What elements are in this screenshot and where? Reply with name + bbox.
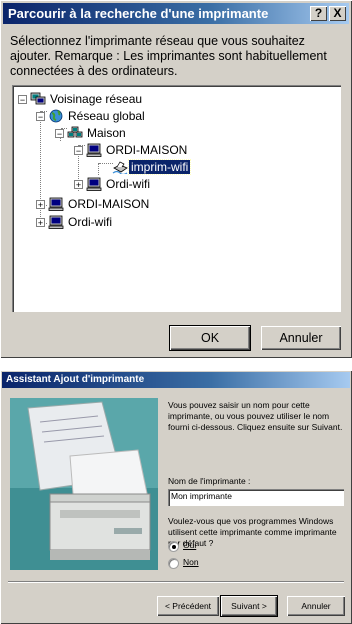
tree-item-ordi-maison[interactable]: ORDI-MAISON [104,142,189,158]
collapse-toggle[interactable]: − [18,95,27,105]
tree-item-label: imprim-wifi [127,159,192,175]
add-printer-wizard: Assistant Ajout d'imprimante Vous pouvez… [0,370,352,624]
back-button[interactable]: < Précédent [157,596,219,616]
printer-name-input[interactable]: Mon imprimante [168,489,344,506]
close-button[interactable]: X [329,6,346,21]
network-neighborhood-icon [30,92,46,105]
wizard-intro: Vous pouvez saisir un nom pour cette imp… [168,400,343,432]
button-separator [8,581,344,583]
expand-toggle[interactable]: + [36,200,45,210]
tree-item-ordi-wifi[interactable]: Ordi-wifi [104,176,152,192]
collapse-toggle[interactable]: − [55,129,64,139]
tree-item-label: Maison [87,126,126,140]
computer-icon [48,215,64,229]
workgroup-icon [67,126,83,138]
printer-illustration [10,398,158,570]
computer-icon [86,143,102,157]
cancel-button[interactable]: Annuler [261,326,341,350]
ok-button[interactable]: OK [169,325,251,351]
dialog-title: Parcourir à la recherche d'une imprimant… [8,6,269,21]
printer-icon [112,161,128,174]
printer-name-label: Nom de l'imprimante : [168,476,251,486]
network-tree[interactable]: − Voisinage réseau − Réseau global − Mai… [12,85,341,312]
title-bar[interactable]: Parcourir à la recherche d'une imprimant… [3,3,349,24]
tree-item-imprim-wifi[interactable]: imprim-wifi [127,159,192,175]
tree-item-label: ORDI-MAISON [106,143,188,157]
tree-item-label: Ordi-wifi [106,177,150,191]
tree-item-ordi-maison-2[interactable]: ORDI-MAISON [66,196,151,212]
collapse-toggle[interactable]: − [74,146,83,156]
computer-icon [48,197,64,211]
tree-item-voisinage[interactable]: Voisinage réseau [48,91,144,107]
no-radio[interactable] [168,558,179,569]
tree-item-label: Ordi-wifi [68,215,112,229]
wizard-title: Assistant Ajout d'imprimante [6,374,145,385]
browse-printer-dialog: Parcourir à la recherche d'une imprimant… [0,0,352,358]
tree-item-label: Réseau global [68,109,145,123]
next-button[interactable]: Suivant > [220,595,278,617]
title-bar[interactable]: Assistant Ajout d'imprimante [2,372,350,388]
tree-item-maison[interactable]: Maison [85,125,128,141]
help-button[interactable]: ? [310,6,327,21]
no-radio-label[interactable]: Non [183,557,199,568]
dialog-description: Sélectionnez l'imprimante réseau que vou… [10,34,327,78]
yes-radio-label[interactable]: Oui [183,540,196,551]
cancel-button[interactable]: Annuler [287,596,345,616]
expand-toggle[interactable]: + [74,180,83,190]
computer-icon [86,177,102,191]
yes-radio[interactable] [168,541,179,552]
expand-toggle[interactable]: + [36,218,45,228]
globe-icon [49,109,63,123]
tree-item-ordi-wifi-2[interactable]: Ordi-wifi [66,214,114,230]
collapse-toggle[interactable]: − [36,112,45,122]
tree-item-label: ORDI-MAISON [68,197,150,211]
tree-item-reseau-global[interactable]: Réseau global [66,108,147,124]
tree-item-label: Voisinage réseau [50,92,143,106]
